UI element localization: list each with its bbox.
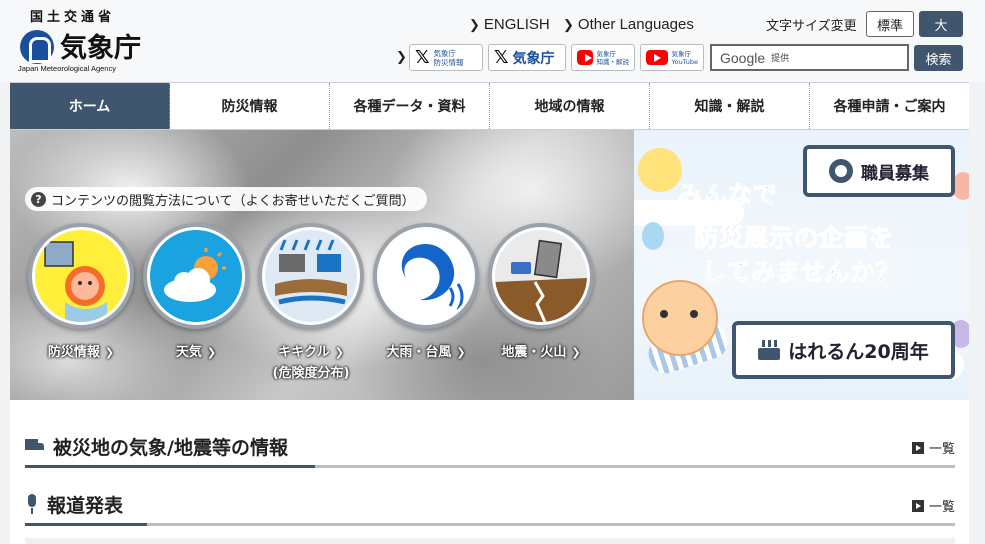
main-content: 被災地の気象/地震等の情報 一覧 報道発表 一覧	[10, 400, 969, 544]
youtube-icon	[577, 50, 593, 65]
hero-link-label: 大雨・台風	[386, 345, 452, 360]
nav-home[interactable]: ホーム	[10, 83, 170, 129]
chevron-right-icon: ❯	[334, 346, 344, 359]
list-link[interactable]: 一覧	[911, 438, 955, 457]
bousai-icon	[35, 230, 127, 322]
mascot-icon	[829, 159, 853, 183]
question-icon: ?	[31, 191, 46, 207]
content-strip	[25, 538, 955, 544]
section-press-release: 報道発表 一覧	[25, 486, 955, 526]
hero-link-kikikuru[interactable]: キキクル ❯ (危険度分布)	[256, 223, 366, 381]
agency-name-en: Japan Meteorological Agency	[18, 64, 116, 73]
kikikuru-icon	[265, 230, 357, 322]
nav-bousai[interactable]: 防災情報	[170, 83, 330, 129]
font-large-button[interactable]: 大	[919, 11, 963, 37]
faq-text: コンテンツの閲覧方法について（よくお寄せいただくご質問）	[51, 193, 415, 209]
hareru-mascot-illustration	[642, 280, 718, 356]
ministry-name: 国土交通省	[30, 10, 116, 25]
font-standard-button[interactable]: 標準	[866, 11, 914, 37]
youtube-chishiki-link[interactable]: 気象庁 知識・解説	[571, 44, 635, 71]
jma-logo[interactable]: 国土交通省 気象庁 Japan Meteorological Agency	[18, 4, 148, 74]
play-square-icon	[911, 441, 924, 454]
x-bousai-link[interactable]: 𝕏 気象庁 防災情報	[409, 44, 483, 71]
font-size-label: 文字サイズ変更	[766, 19, 857, 34]
section-title: 被災地の気象/地震等の情報	[53, 436, 288, 459]
section-divider-accent	[25, 465, 315, 468]
chevron-right-icon: ❯	[104, 346, 115, 359]
search-button[interactable]: 検索	[914, 45, 963, 71]
english-link[interactable]: ❯ ENGLISH	[469, 16, 550, 33]
chevron-right-icon: ❯	[563, 17, 574, 32]
search-provided-label: 提供	[771, 54, 790, 64]
hero-link-label: 地震・火山	[501, 345, 567, 360]
hero-link-label: 防災情報	[47, 345, 100, 360]
x-jma-link[interactable]: 𝕏 気象庁	[488, 44, 566, 71]
hero-link-earthquake[interactable]: 地震・火山 ❯	[486, 223, 596, 360]
global-nav: ホーム 防災情報 各種データ・資料 地域の情報 知識・解説 各種申請・ご案内	[10, 82, 969, 130]
banner-line3: してみませんか？	[702, 258, 901, 287]
sns-label-line1: 気象庁	[671, 49, 692, 58]
hero-link-label: キキクル	[278, 345, 330, 360]
hero-satellite: ? コンテンツの閲覧方法について（よくお寄せいただくご質問） 防災情報 ❯ 天気…	[10, 130, 634, 400]
nav-application[interactable]: 各種申請・ご案内	[810, 83, 969, 129]
section-divider-accent	[25, 523, 147, 526]
google-brand: Google	[720, 49, 766, 66]
hero-link-bousai[interactable]: 防災情報 ❯	[26, 223, 136, 360]
hero-link-label: 天気	[175, 345, 202, 360]
section-divider	[25, 523, 955, 526]
x-logo-icon: 𝕏	[494, 46, 509, 68]
chevron-right-icon: ❯	[571, 346, 581, 359]
anniversary-label: はれるん20周年	[788, 340, 929, 363]
chevron-right-icon: ❯	[456, 346, 466, 359]
earthquake-icon	[495, 230, 587, 322]
other-languages-link[interactable]: ❯ Other Languages	[563, 16, 694, 33]
play-square-icon	[911, 499, 924, 512]
anniversary-button[interactable]: はれるん20周年	[732, 321, 955, 379]
nav-knowledge[interactable]: 知識・解説	[650, 83, 810, 129]
sns-label-line1: 気象庁	[596, 49, 617, 58]
sns-label-line1: 気象庁	[433, 48, 457, 58]
chevron-right-icon: ❯	[469, 17, 480, 32]
sns-label: 気象庁	[512, 50, 555, 67]
sns-label-line2: 知識・解説	[596, 57, 630, 66]
youtube-jma-link[interactable]: 気象庁 YouTube	[640, 44, 704, 71]
x-logo-icon: 𝕏	[415, 46, 430, 68]
jma-emblem-icon	[20, 30, 54, 64]
youtube-icon	[646, 50, 668, 65]
chevron-right-icon: ❯	[396, 50, 407, 65]
hero-link-weather[interactable]: 天気 ❯	[141, 223, 251, 360]
agency-name: 気象庁	[60, 33, 141, 64]
sns-label-line2: 防災情報	[433, 57, 464, 67]
hero-link-typhoon[interactable]: 大雨・台風 ❯	[371, 223, 481, 360]
weather-icon	[150, 230, 242, 322]
chevron-right-icon: ❯	[206, 346, 217, 359]
faq-link[interactable]: ? コンテンツの閲覧方法について（よくお寄せいただくご質問）	[25, 187, 427, 211]
typhoon-icon	[380, 230, 472, 322]
section-title: 報道発表	[47, 494, 124, 517]
banner-line1: みんなで	[678, 181, 778, 210]
site-header: 国土交通省 気象庁 Japan Meteorological Agency ❯ E…	[0, 0, 985, 82]
recruit-button[interactable]: 職員募集	[803, 145, 955, 197]
section-disaster-info: 被災地の気象/地震等の情報 一覧	[25, 428, 955, 468]
recruit-label: 職員募集	[861, 163, 929, 184]
list-link[interactable]: 一覧	[911, 496, 955, 515]
hero-link-sublabel: (危険度分布)	[272, 366, 350, 381]
cake-icon	[758, 340, 781, 360]
sns-label-line2: YouTube	[671, 57, 698, 66]
nav-region[interactable]: 地域の情報	[490, 83, 650, 129]
search-input[interactable]: Google 提供	[710, 44, 909, 71]
sun-illustration	[638, 148, 682, 192]
promo-banner[interactable]: みんなで 防災展示の企画を してみませんか？ 職員募集 はれるん20周年	[634, 130, 969, 400]
nav-data[interactable]: 各種データ・資料	[330, 83, 490, 129]
balloon-illustration	[642, 222, 664, 250]
banner-line2: 防災展示の企画を	[694, 224, 894, 253]
truck-icon	[25, 439, 45, 453]
microphone-icon	[25, 494, 39, 514]
